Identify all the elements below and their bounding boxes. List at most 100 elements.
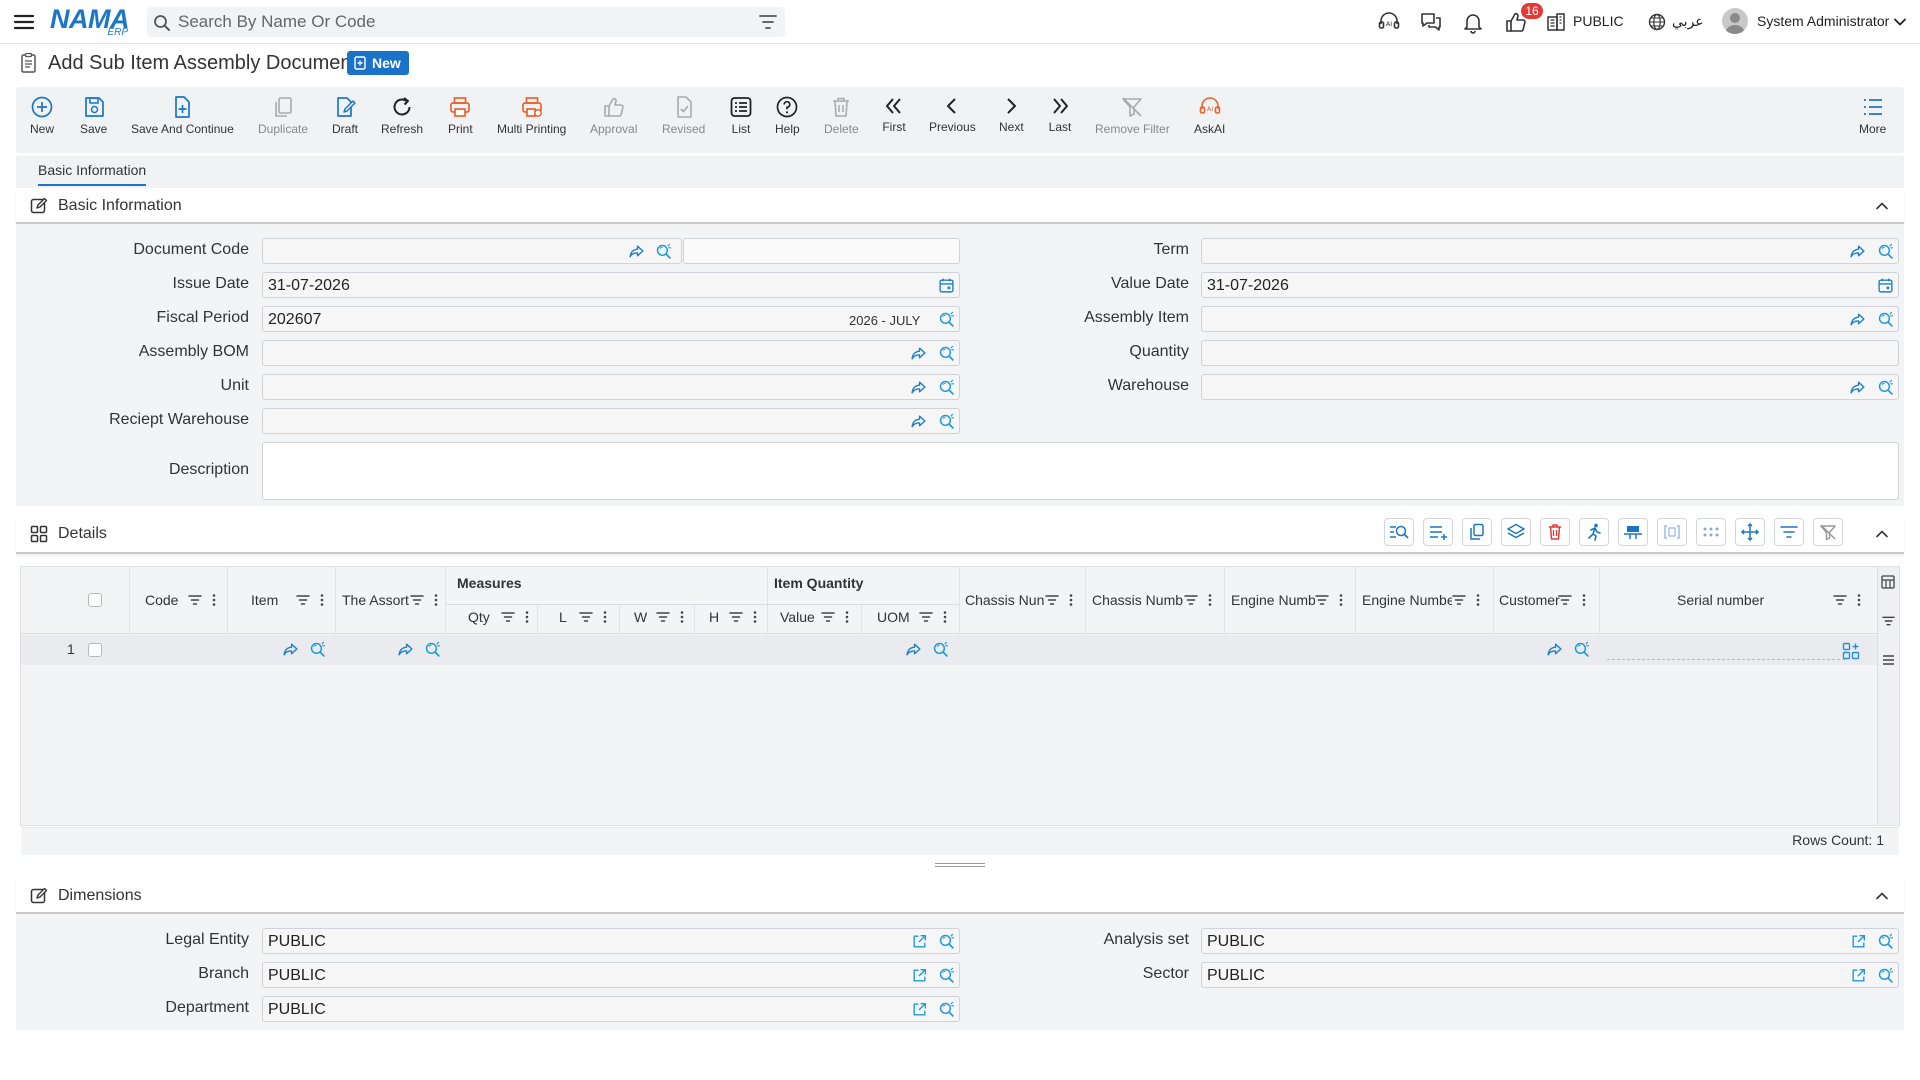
running-person-icon[interactable] [1579,518,1609,546]
lookup-search-icon[interactable] [938,933,955,950]
analysis-set-field[interactable]: PUBLIC [1201,928,1899,954]
col-header-engine-number-2[interactable]: Engine Numbe [1362,592,1452,608]
lookup-search-icon[interactable] [309,641,326,658]
share-icon[interactable] [910,379,927,396]
bracket-icon[interactable] [1657,518,1687,546]
askai-button[interactable]: AI AskAI [1194,95,1225,136]
column-menu-icon[interactable] [845,610,849,624]
column-menu-icon[interactable] [680,610,684,624]
filter-lines-icon[interactable] [1774,518,1804,546]
share-icon[interactable] [910,345,927,362]
table-row[interactable]: 1 [21,635,1877,665]
lookup-search-icon[interactable] [1877,379,1894,396]
company-icon[interactable] [1546,12,1566,32]
calendar-icon[interactable] [938,277,955,294]
chevron-down-icon[interactable] [1892,14,1908,30]
share-icon[interactable] [905,641,922,658]
value-date-field[interactable]: 31-07-2026 [1201,272,1899,298]
hamburger-menu-icon[interactable] [12,10,36,34]
column-filter-icon[interactable] [296,594,310,606]
chevron-up-icon[interactable] [1874,198,1890,214]
tab-basic-information[interactable]: Basic Information [38,162,147,186]
column-chooser-icon[interactable] [1881,575,1895,589]
column-menu-icon[interactable] [1857,593,1861,607]
share-icon[interactable] [397,641,414,658]
delete-button[interactable]: Delete [824,95,859,136]
column-menu-icon[interactable] [320,593,324,607]
delete-rows-icon[interactable] [1540,518,1570,546]
external-link-icon[interactable] [911,1001,928,1018]
assembly-item-field[interactable] [1201,306,1899,332]
column-filter-icon[interactable] [919,611,933,623]
column-menu-icon[interactable] [1069,593,1073,607]
share-icon[interactable] [1546,641,1563,658]
col-header-serial-number[interactable]: Serial number [1677,592,1764,608]
branch-field[interactable]: PUBLIC [262,962,960,988]
layers-icon[interactable] [1501,518,1531,546]
app-logo[interactable]: NAMA ERP [50,6,132,39]
col-header-w[interactable]: W [634,609,647,625]
remove-filter-button[interactable]: Remove Filter [1095,95,1170,136]
share-icon[interactable] [1849,243,1866,260]
share-icon[interactable] [282,641,299,658]
column-menu-icon[interactable] [525,610,529,624]
grid-filter-icon[interactable] [1882,615,1895,627]
lookup-search-icon[interactable] [1877,243,1894,260]
description-textarea[interactable] [262,442,1899,500]
ai-assistant-icon[interactable]: AI [1377,10,1401,34]
draft-button[interactable]: Draft [332,95,358,136]
column-filter-icon[interactable] [188,594,202,606]
external-link-icon[interactable] [911,933,928,950]
unit-field[interactable] [262,374,960,400]
globe-icon[interactable] [1647,12,1667,32]
last-button[interactable]: Last [1048,95,1072,134]
refresh-button[interactable]: Refresh [381,95,423,136]
column-filter-icon[interactable] [410,594,424,606]
column-menu-icon[interactable] [753,610,757,624]
column-filter-icon[interactable] [501,611,515,623]
external-link-icon[interactable] [1850,933,1867,950]
col-header-chassis-number-1[interactable]: Chassis Nun [965,592,1045,608]
col-header-chassis-number-2[interactable]: Chassis Numb [1092,592,1184,608]
receipt-warehouse-field[interactable] [262,408,960,434]
lookup-search-icon[interactable] [938,379,955,396]
col-header-item[interactable]: Item [251,592,278,608]
document-code-field[interactable] [262,238,682,264]
lookup-search-icon[interactable] [424,641,441,658]
external-link-icon[interactable] [1850,967,1867,984]
first-button[interactable]: First [882,95,906,134]
previous-button[interactable]: Previous [929,95,976,134]
share-icon[interactable] [910,413,927,430]
department-field[interactable]: PUBLIC [262,996,960,1022]
column-filter-icon[interactable] [656,611,670,623]
column-filter-icon[interactable] [1452,594,1466,606]
lookup-search-icon[interactable] [1877,933,1894,950]
clear-filter-icon[interactable] [1813,518,1843,546]
add-rows-icon[interactable] [1423,518,1453,546]
approval-button[interactable]: Approval [590,95,637,136]
more-button[interactable]: More [1859,95,1886,136]
column-menu-icon[interactable] [1339,593,1343,607]
user-name[interactable]: System Administrator [1757,13,1889,29]
col-header-uom[interactable]: UOM [877,609,910,625]
warehouse-field[interactable] [1201,374,1899,400]
lookup-search-icon[interactable] [932,641,949,658]
bell-icon[interactable] [1461,10,1485,34]
col-header-customer[interactable]: Customer [1499,592,1560,608]
col-header-engine-number-1[interactable]: Engine Numb [1231,592,1315,608]
lookup-search-icon[interactable] [1877,967,1894,984]
column-filter-icon[interactable] [1184,594,1198,606]
save-button[interactable]: Save [80,95,107,136]
multi-printing-button[interactable]: Multi Printing [497,95,566,136]
copy-rows-icon[interactable] [1462,518,1492,546]
column-menu-icon[interactable] [434,593,438,607]
basic-information-header[interactable]: Basic Information [16,188,1904,224]
print-button[interactable]: Print [448,95,473,136]
col-header-h[interactable]: H [709,609,719,625]
save-and-continue-button[interactable]: Save And Continue [131,95,234,136]
chevron-up-icon[interactable] [1874,526,1890,542]
language-switch[interactable]: عربي [1672,13,1704,30]
zoom-search-icon[interactable] [1384,518,1414,546]
column-menu-icon[interactable] [212,593,216,607]
help-button[interactable]: Help [775,95,800,136]
